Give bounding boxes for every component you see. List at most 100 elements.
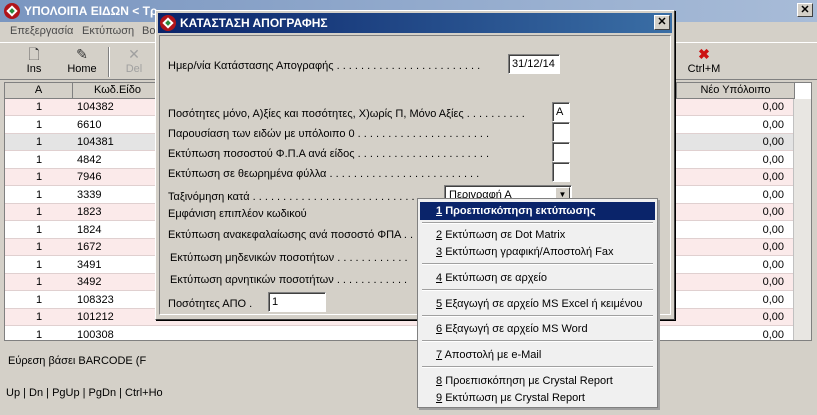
cell-code: 7946 bbox=[77, 171, 102, 183]
background-close-icon[interactable]: ✕ bbox=[797, 3, 813, 17]
menu-item-graphic-fax[interactable]: 3 Εκτύπωση γραφική/Αποστολή Fax bbox=[420, 243, 655, 261]
cell-a: 1 bbox=[35, 171, 43, 183]
vat-summary-label: Εκτύπωση ανακεφαλαίωσης ανά ποσοστό ΦΠΑ … bbox=[168, 229, 420, 241]
vat-per-item-label: Εκτύπωση ποσοστού Φ.Π.Α ανά είδος . . . … bbox=[168, 148, 490, 160]
cell-new-balance: 0,00 bbox=[762, 223, 784, 236]
cell-new-balance: 0,00 bbox=[762, 118, 784, 131]
cell-code: 104382 bbox=[77, 101, 114, 113]
certified-sheets-label: Εκτύπωση σε θεωρημένα φύλλα . . . . . . … bbox=[168, 168, 480, 180]
home-icon: ✎ bbox=[76, 46, 88, 62]
cell-new-balance: 0,00 bbox=[762, 241, 784, 253]
ctrl-m-button[interactable]: ✖ Ctrl+M bbox=[680, 45, 728, 79]
cell-new-balance: 0,00 bbox=[762, 328, 784, 341]
cell-code: 101212 bbox=[77, 311, 114, 323]
quantities-from-label: Ποσότητες ΑΠΟ . bbox=[168, 298, 253, 310]
column-header-code[interactable]: Κωδ.Είδο bbox=[73, 83, 163, 99]
menu-separator bbox=[422, 315, 653, 317]
cell-new-balance: 0,00 bbox=[762, 276, 784, 288]
cell-code: 108323 bbox=[77, 293, 114, 306]
table-row[interactable]: 1 100308 0,00 bbox=[5, 326, 811, 341]
negative-quantities-label: Εκτύπωση αρνητικών ποσοτήτων . . . . . .… bbox=[170, 274, 408, 286]
cell-a: 1 bbox=[35, 241, 43, 253]
cell-a: 1 bbox=[35, 311, 43, 323]
column-header-new-balance[interactable]: Νέο Υπόλοιπο bbox=[677, 83, 795, 99]
cell-code: 3339 bbox=[77, 188, 102, 201]
cell-code: 1824 bbox=[77, 223, 102, 236]
dialog-title-bar: ΚΑΤΑΣΤΑΣΗ ΑΠΟΓΡΑΦΗΣ ✕ bbox=[158, 13, 672, 33]
menu-item-dot-matrix[interactable]: 2 Εκτύπωση σε Dot Matrix bbox=[420, 226, 655, 244]
menu-item-email[interactable]: 7 Αποστολή με e-Mail bbox=[420, 346, 655, 364]
menu-separator bbox=[422, 222, 653, 224]
quantity-mode-field[interactable]: Α bbox=[552, 102, 570, 122]
cell-new-balance: 0,00 bbox=[762, 188, 784, 201]
app-logo-icon bbox=[4, 3, 20, 19]
dialog-logo-icon bbox=[160, 15, 176, 31]
shortcut-keys-bar: Up | Dn | PgUp | PgDn | Ctrl+Ho bbox=[6, 387, 163, 399]
menu-separator bbox=[422, 263, 653, 265]
cell-code: 100308 bbox=[77, 328, 114, 341]
menu-item-print-preview[interactable]: 1 Προεπισκόπηση εκτύπωσης bbox=[420, 202, 655, 220]
delete-button[interactable]: ✕ Del bbox=[110, 45, 158, 79]
zero-balance-label: Παρουσίαση των ειδών με υπόλοιπο 0 . . .… bbox=[168, 128, 490, 140]
cell-new-balance: 0,00 bbox=[762, 258, 784, 271]
background-window-title: ΥΠΟΛΟΙΠΑ ΕΙΔΩΝ < Τρ bbox=[24, 4, 158, 18]
close-icon[interactable]: ✕ bbox=[654, 15, 670, 30]
cell-code: 3492 bbox=[77, 276, 102, 288]
extra-code-label: Εμφάνιση επιπλέον κωδικού bbox=[168, 208, 307, 220]
cell-code: 4842 bbox=[77, 153, 102, 166]
cell-a: 1 bbox=[35, 293, 43, 306]
menu-item-print-to-file[interactable]: 4 Εκτύπωση σε αρχείο bbox=[420, 269, 655, 287]
delete-icon: ✕ bbox=[128, 46, 140, 62]
zero-quantities-label: Εκτύπωση μηδενικών ποσοτήτων . . . . . .… bbox=[170, 252, 408, 264]
cell-a: 1 bbox=[35, 258, 43, 271]
vertical-scrollbar[interactable] bbox=[793, 99, 811, 340]
menu-separator bbox=[422, 366, 653, 368]
cell-a: 1 bbox=[35, 223, 43, 236]
home-button[interactable]: ✎ Home bbox=[58, 45, 106, 79]
menu-item-crystal-print[interactable]: 9 Εκτύπωση με Crystal Report bbox=[420, 389, 655, 407]
new-document-icon: 🗋 bbox=[28, 46, 40, 62]
cell-code: 1823 bbox=[77, 206, 102, 218]
menu-other[interactable]: Βο bbox=[142, 25, 155, 37]
cell-code: 1672 bbox=[77, 241, 102, 253]
cell-code: 6610 bbox=[77, 118, 102, 131]
cell-a: 1 bbox=[35, 153, 43, 166]
column-header-a[interactable]: Α bbox=[5, 83, 73, 99]
zero-balance-field[interactable] bbox=[552, 122, 570, 142]
red-x-icon: ✖ bbox=[698, 46, 710, 62]
cell-new-balance: 0,00 bbox=[762, 293, 784, 306]
cell-new-balance: 0,00 bbox=[762, 206, 784, 218]
cell-code: 104381 bbox=[77, 136, 114, 148]
sort-label: Ταξινόμηση κατά . . . . . . . . . . . . … bbox=[168, 191, 452, 203]
quantities-from-field[interactable]: 1 bbox=[268, 292, 326, 312]
cell-a: 1 bbox=[35, 101, 43, 113]
menu-edit[interactable]: Επεξεργασία bbox=[10, 25, 73, 37]
cell-code: 3491 bbox=[77, 258, 102, 271]
cell-new-balance: 0,00 bbox=[762, 101, 784, 113]
date-label: Ημερ/νία Κατάστασης Απογραφής . . . . . … bbox=[168, 60, 481, 72]
barcode-search-label: Εύρεση βάσει BARCODE (F bbox=[8, 355, 147, 367]
cell-a: 1 bbox=[35, 328, 43, 341]
cell-a: 1 bbox=[35, 188, 43, 201]
menu-print[interactable]: Εκτύπωση bbox=[82, 25, 134, 37]
quantity-mode-label: Ποσότητες μόνο, Α)ξίες και ποσότητες, Χ)… bbox=[168, 108, 525, 120]
vat-per-item-field[interactable] bbox=[552, 142, 570, 162]
cell-new-balance: 0,00 bbox=[762, 136, 784, 148]
date-field[interactable]: 31/12/14 bbox=[508, 54, 560, 74]
cell-a: 1 bbox=[35, 118, 43, 131]
cell-new-balance: 0,00 bbox=[762, 311, 784, 323]
cell-a: 1 bbox=[35, 136, 43, 148]
cell-new-balance: 0,00 bbox=[762, 153, 784, 166]
ins-button[interactable]: 🗋 Ins bbox=[10, 45, 58, 79]
menu-separator bbox=[422, 340, 653, 342]
menu-item-export-excel[interactable]: 5 Εξαγωγή σε αρχείο MS Excel ή κειμένου bbox=[420, 295, 655, 313]
cell-new-balance: 0,00 bbox=[762, 171, 784, 183]
print-options-menu: 1 Προεπισκόπηση εκτύπωσης 2 Εκτύπωση σε … bbox=[417, 198, 658, 408]
menu-separator bbox=[422, 289, 653, 291]
certified-sheets-field[interactable] bbox=[552, 162, 570, 182]
cell-a: 1 bbox=[35, 206, 43, 218]
cell-a: 1 bbox=[35, 276, 43, 288]
menu-item-crystal-preview[interactable]: 8 Προεπισκόπηση με Crystal Report bbox=[420, 372, 655, 390]
menu-item-export-word[interactable]: 6 Εξαγωγή σε αρχείο MS Word bbox=[420, 320, 655, 338]
dialog-title: ΚΑΤΑΣΤΑΣΗ ΑΠΟΓΡΑΦΗΣ bbox=[180, 16, 328, 30]
